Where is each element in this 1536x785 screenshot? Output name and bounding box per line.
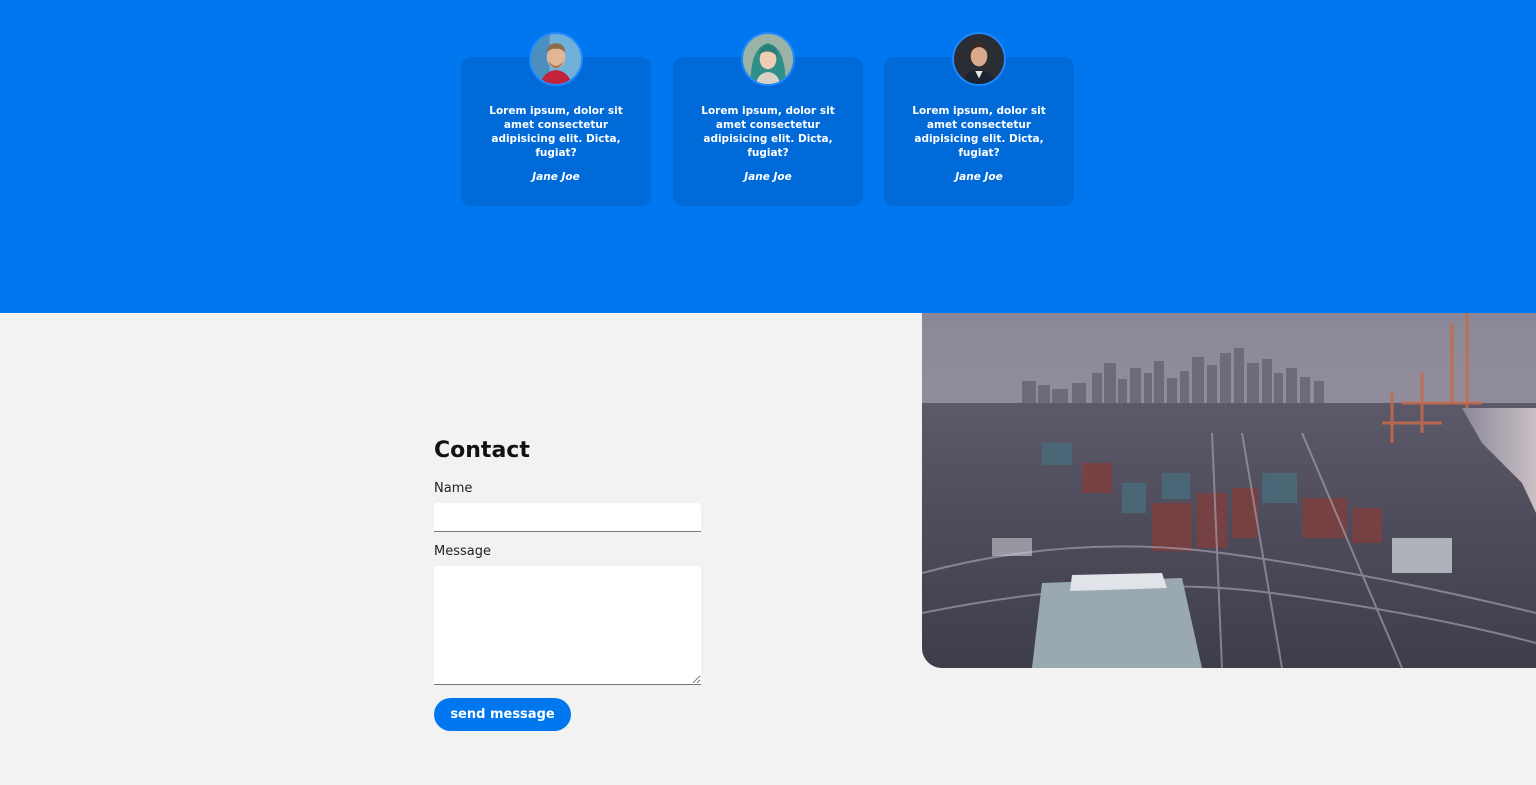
- testimonial-author: Jane Joe: [532, 171, 580, 183]
- name-label: Name: [434, 481, 473, 496]
- testimonials-section: Lorem ipsum, dolor sit amet consectetur …: [0, 0, 1536, 313]
- avatar: [952, 32, 1006, 86]
- name-input[interactable]: [434, 503, 701, 532]
- testimonial-author: Jane Joe: [744, 171, 792, 183]
- message-textarea[interactable]: [434, 566, 701, 685]
- contact-form: Contact Name Message send message: [434, 437, 704, 731]
- avatar: [741, 32, 795, 86]
- contact-title: Contact: [434, 438, 530, 463]
- send-message-button[interactable]: send message: [434, 698, 571, 731]
- testimonial-quote: Lorem ipsum, dolor sit amet consectetur …: [489, 105, 623, 159]
- message-label: Message: [434, 544, 491, 559]
- testimonial-card: Lorem ipsum, dolor sit amet consectetur …: [461, 32, 651, 206]
- city-port-image: [922, 313, 1536, 668]
- testimonial-card: Lorem ipsum, dolor sit amet consectetur …: [673, 32, 863, 206]
- testimonial-card: Lorem ipsum, dolor sit amet consectetur …: [884, 32, 1074, 206]
- testimonial-quote: Lorem ipsum, dolor sit amet consectetur …: [701, 105, 835, 159]
- testimonial-author: Jane Joe: [955, 171, 1003, 183]
- testimonial-quote: Lorem ipsum, dolor sit amet consectetur …: [912, 105, 1046, 159]
- avatar: [529, 32, 583, 86]
